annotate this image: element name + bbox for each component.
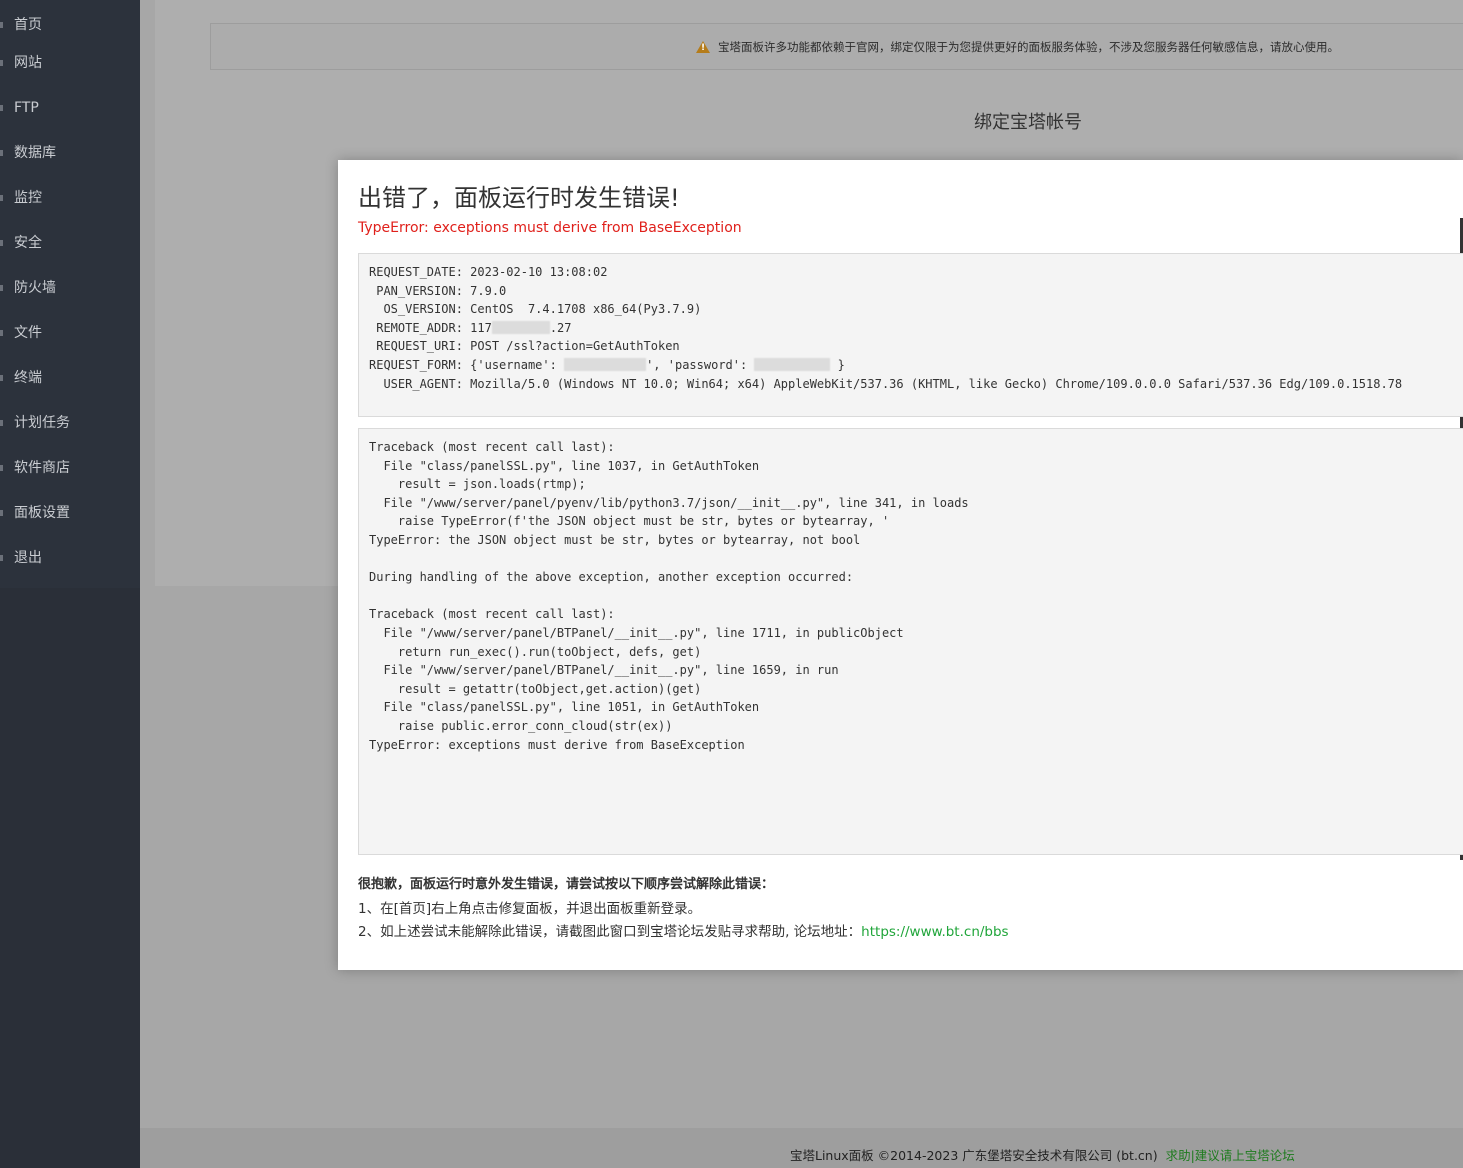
traceback-line: Traceback (most recent call last): bbox=[369, 440, 615, 454]
sidebar-item-website[interactable]: 网站 bbox=[0, 38, 140, 83]
error-title: 出错了，面板运行时发生错误! bbox=[358, 184, 680, 212]
traceback-line: result = getattr(toObject,get.action)(ge… bbox=[369, 681, 702, 696]
traceback-line: raise public.error_conn_cloud(str(ex)) bbox=[369, 718, 673, 733]
sidebar-item-cron[interactable]: 计划任务 bbox=[0, 398, 140, 443]
sidebar-item-security[interactable]: 安全 bbox=[0, 218, 140, 263]
help-step-2-text: 2、如上述尝试未能解除此错误，请截图此窗口到宝塔论坛发贴寻求帮助, 论坛地址： bbox=[358, 924, 862, 940]
request-form-a: REQUEST_FORM: {'username': bbox=[369, 357, 565, 372]
footer-help-link[interactable]: 求助|建议请上宝塔论坛 bbox=[1166, 1148, 1295, 1163]
redacted-password bbox=[754, 357, 831, 371]
footer-copyright: 宝塔Linux面板 ©2014-2023 广东堡塔安全技术有限公司 (bt.cn… bbox=[790, 1148, 1158, 1163]
sidebar-item-panel-settings[interactable]: 面板设置 bbox=[0, 488, 140, 533]
traceback-box: Traceback (most recent call last): File … bbox=[358, 428, 1463, 855]
sidebar-item-logout[interactable]: 退出 bbox=[0, 533, 140, 578]
traceback-line: File "class/panelSSL.py", line 1051, in … bbox=[369, 700, 760, 715]
notice-message: ! 宝塔面板许多功能都依赖于官网，绑定仅限于为您提供更好的面板服务体验，不涉及您服… bbox=[696, 39, 1339, 55]
remote-addr-suffix: .27 bbox=[549, 320, 572, 335]
user-agent: USER_AGENT: Mozilla/5.0 (Windows NT 10.0… bbox=[369, 376, 1403, 391]
notice-text: 宝塔面板许多功能都依赖于官网，绑定仅限于为您提供更好的面板服务体验，不涉及您服务… bbox=[718, 40, 1339, 54]
forum-link[interactable]: https://www.bt.cn/bbs bbox=[861, 924, 1008, 940]
traceback-line: File "/www/server/panel/pyenv/lib/python… bbox=[369, 495, 969, 510]
error-dialog: 出错了，面板运行时发生错误! TypeError: exceptions mus… bbox=[338, 160, 1463, 970]
traceback-line: TypeError: exceptions must derive from B… bbox=[369, 737, 745, 752]
sidebar-item-home[interactable]: 首页 bbox=[0, 0, 140, 38]
error-summary: TypeError: exceptions must derive from B… bbox=[358, 220, 742, 236]
help-step-2: 2、如上述尝试未能解除此错误，请截图此窗口到宝塔论坛发贴寻求帮助, 论坛地址：h… bbox=[358, 920, 1009, 940]
sidebar-item-monitor[interactable]: 监控 bbox=[0, 173, 140, 218]
footer-text: 宝塔Linux面板 ©2014-2023 广东堡塔安全技术有限公司 (bt.cn… bbox=[790, 1145, 1295, 1164]
traceback-line: raise TypeError(f'the JSON object must b… bbox=[369, 514, 890, 529]
remote-addr-prefix: REMOTE_ADDR: 117 bbox=[369, 320, 492, 335]
sidebar-item-app-store[interactable]: 软件商店 bbox=[0, 443, 140, 488]
request-date: REQUEST_DATE: 2023-02-10 13:08:02 bbox=[369, 265, 608, 279]
sidebar-item-ftp[interactable]: FTP bbox=[0, 83, 140, 128]
traceback-line: File "/www/server/panel/BTPanel/__init__… bbox=[369, 663, 839, 678]
traceback-line: TypeError: the JSON object must be str, … bbox=[369, 532, 861, 547]
help-step-1: 1、在[首页]右上角点击修复面板，并退出面板重新登录。 bbox=[358, 901, 702, 917]
sidebar-item-files[interactable]: 文件 bbox=[0, 308, 140, 353]
request-info-box: REQUEST_DATE: 2023-02-10 13:08:02 PAN_VE… bbox=[358, 253, 1463, 417]
traceback-line: During handling of the above exception, … bbox=[369, 570, 854, 585]
traceback-line: File "/www/server/panel/BTPanel/__init__… bbox=[369, 625, 904, 640]
os-version: OS_VERSION: CentOS 7.4.1708 x86_64(Py3.7… bbox=[369, 302, 702, 317]
request-form-b: ', 'password': bbox=[646, 357, 755, 372]
traceback-line: File "class/panelSSL.py", line 1037, in … bbox=[369, 458, 760, 473]
bind-account-title: 绑定宝塔帐号 bbox=[974, 112, 1082, 133]
help-heading: 很抱歉，面板运行时意外发生错误，请尝试按以下顺序尝试解除此错误： bbox=[358, 877, 775, 892]
traceback-line: result = json.loads(rtmp); bbox=[369, 477, 586, 492]
sidebar-menu: 首页 网站 FTP 数据库 监控 安全 防火墙 文件 终端 计划任务 软件商店 … bbox=[0, 0, 140, 588]
request-uri: REQUEST_URI: POST /ssl?action=GetAuthTok… bbox=[369, 339, 680, 354]
warning-icon: ! bbox=[696, 41, 710, 53]
request-form-c: } bbox=[830, 357, 845, 372]
redacted-username bbox=[564, 357, 647, 371]
traceback-line: Traceback (most recent call last): bbox=[369, 607, 615, 622]
sidebar-item-firewall[interactable]: 防火墙 bbox=[0, 263, 140, 308]
redacted-ip bbox=[491, 320, 550, 334]
sidebar-item-terminal[interactable]: 终端 bbox=[0, 353, 140, 398]
sidebar: 首页 网站 FTP 数据库 监控 安全 防火墙 文件 终端 计划任务 软件商店 … bbox=[0, 0, 140, 1168]
sidebar-item-database[interactable]: 数据库 bbox=[0, 128, 140, 173]
traceback-line: return run_exec().run(toObject, defs, ge… bbox=[369, 644, 702, 659]
pan-version: PAN_VERSION: 7.9.0 bbox=[369, 283, 507, 298]
